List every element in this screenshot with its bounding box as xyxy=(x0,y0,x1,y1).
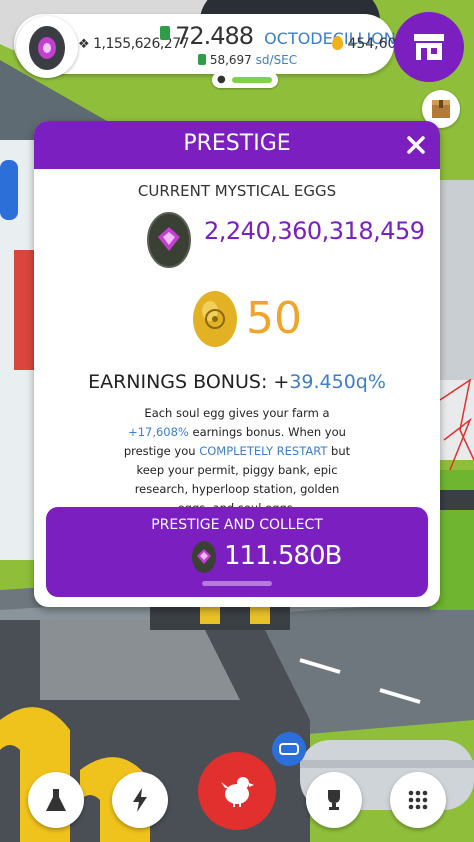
grid-menu-icon xyxy=(408,790,428,810)
soul-egg-count: 2,240,360,318,459 xyxy=(204,217,425,245)
prestige-button-label: PRESTIGE AND COLLECT xyxy=(151,517,323,533)
feather-icon: ❖ xyxy=(78,37,90,52)
boosts-button[interactable] xyxy=(112,772,168,828)
close-icon[interactable] xyxy=(404,133,428,157)
desc-text-1: Each soul egg gives your farm a xyxy=(144,406,330,420)
flask-icon xyxy=(46,789,66,811)
trophy-icon xyxy=(328,790,340,810)
vr-icon xyxy=(279,743,299,755)
soul-egg-icon xyxy=(192,541,216,573)
current-eggs-label: CURRENT MYSTICAL EGGS xyxy=(137,182,337,200)
soul-egg-icon xyxy=(147,212,191,268)
research-button[interactable] xyxy=(28,772,84,828)
prophecy-egg-count: 50 xyxy=(246,293,302,344)
hatchery-capacity[interactable]: ● xyxy=(212,72,278,88)
soul-egg-icon xyxy=(29,26,65,70)
rate-value: 58,697 xyxy=(209,53,252,67)
hatch-chicken-button[interactable] xyxy=(198,752,276,830)
earnings-bonus-label: EARNINGS BONUS: + xyxy=(88,371,290,393)
lightning-icon xyxy=(133,788,147,812)
desc-restart: COMPLETELY RESTART xyxy=(199,444,328,458)
cash-icon xyxy=(198,54,206,65)
earnings-bonus: EARNINGS BONUS: +39.450q% xyxy=(34,371,440,393)
chicken-icon xyxy=(221,777,254,807)
prestige-description: Each soul egg gives your farm a +17,608%… xyxy=(122,404,352,518)
trophy-button[interactable] xyxy=(306,772,362,828)
rate-unit: sd/SEC xyxy=(255,53,298,67)
prestige-dialog: PRESTIGE CURRENT MYSTICAL EGGS 2,240,360… xyxy=(34,121,440,607)
hatchery-bar xyxy=(232,77,272,83)
prestige-button-bar xyxy=(202,581,272,586)
shop-button[interactable] xyxy=(394,12,464,82)
prestige-collect-amount: 111.580B xyxy=(224,541,342,571)
vr-button[interactable] xyxy=(272,732,306,766)
cash-icon xyxy=(160,26,170,40)
menu-button[interactable] xyxy=(390,772,446,828)
desc-percent: +17,608% xyxy=(128,425,189,439)
prophecy-egg-icon xyxy=(193,291,237,347)
money-value: 72.488 xyxy=(175,22,254,50)
earnings-bonus-value: 39.450q% xyxy=(289,371,386,393)
golden-egg-icon xyxy=(332,36,343,50)
shop-icon xyxy=(414,34,444,60)
dialog-header: PRESTIGE xyxy=(34,121,440,169)
chicken-run-icon: ● xyxy=(217,74,226,85)
earning-rate: 58,697 sd/SEC xyxy=(198,53,297,67)
dialog-title: PRESTIGE xyxy=(183,131,291,156)
prestige-and-collect-button[interactable]: PRESTIGE AND COLLECT 111.580B xyxy=(46,507,428,597)
soul-egg-avatar-button[interactable] xyxy=(16,16,78,78)
crate-icon xyxy=(432,100,450,118)
